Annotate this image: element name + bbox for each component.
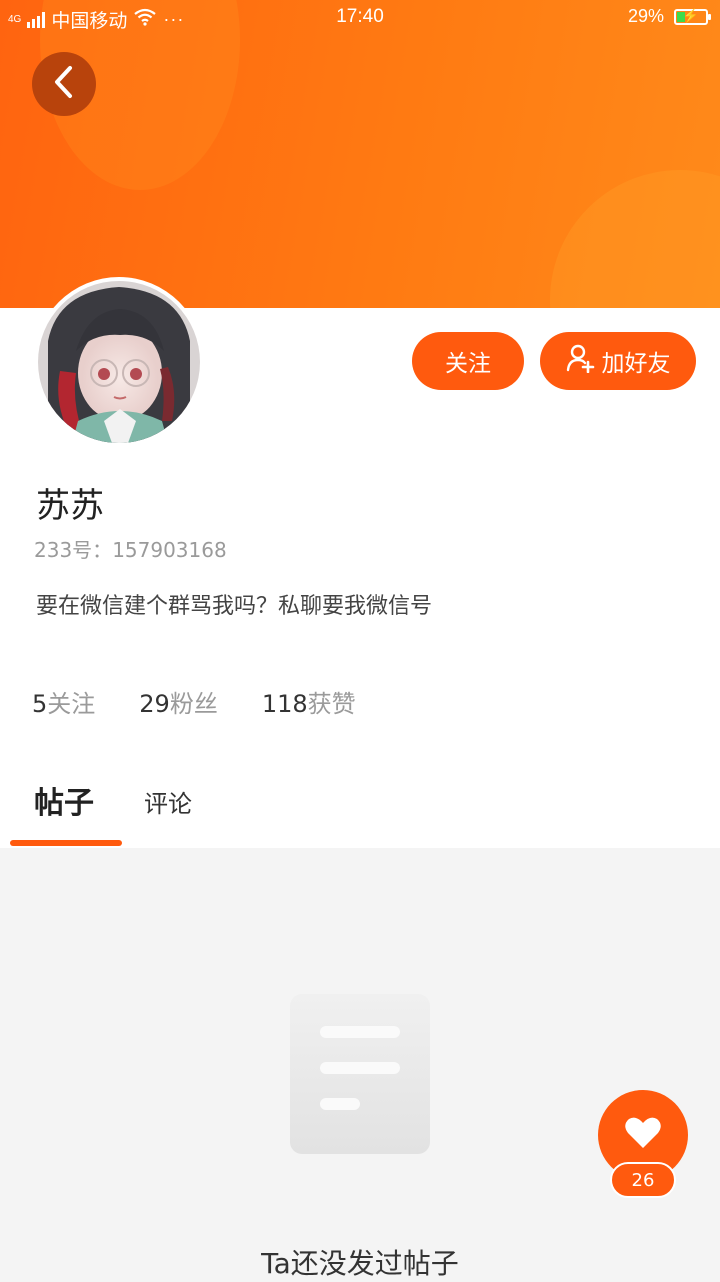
document-icon	[280, 960, 440, 1160]
status-bar-right: 29% ⚡	[627, 6, 711, 27]
profile-uid: 233号：157903168	[34, 534, 227, 563]
stat-label: 粉丝	[169, 690, 218, 718]
header-decoration	[550, 170, 720, 308]
stat-number: 118	[261, 690, 308, 718]
active-tab-indicator	[10, 840, 122, 846]
uid-value: 157903168	[112, 538, 227, 562]
chevron-left-icon	[50, 65, 78, 103]
stat-following[interactable]: 5关注	[32, 684, 95, 719]
profile-header-background	[0, 0, 720, 308]
empty-state-text: Ta还没发过帖子	[261, 1247, 459, 1280]
tab-comments[interactable]: 评论	[144, 784, 192, 819]
profile-bio: 要在微信建个群骂我吗？私聊要我微信号	[36, 594, 433, 619]
add-user-icon	[566, 343, 596, 379]
stat-likes: 118获赞	[262, 684, 356, 719]
like-count-badge: 26	[610, 1162, 676, 1198]
stat-fans[interactable]: 29粉丝	[139, 684, 218, 719]
add-friend-button[interactable]: 加好友	[540, 332, 696, 390]
status-time: 17:40	[336, 6, 384, 27]
stat-label: 关注	[47, 690, 96, 718]
content-tabs: 帖子 评论	[0, 772, 720, 848]
stat-label: 获赞	[307, 690, 356, 718]
follow-label: 关注	[445, 351, 491, 377]
add-friend-label: 加好友	[601, 351, 671, 377]
back-button[interactable]	[32, 52, 96, 116]
avatar[interactable]	[34, 277, 204, 447]
uid-label: 233号：	[34, 538, 113, 562]
stat-number: 29	[139, 690, 170, 718]
stat-number: 5	[32, 690, 48, 718]
battery-percent: 29%	[627, 6, 664, 26]
battery-charging-icon: ⚡	[674, 8, 711, 25]
tab-posts[interactable]: 帖子	[34, 778, 94, 822]
profile-stats: 5关注 29粉丝 118获赞	[32, 684, 356, 719]
avatar-image	[38, 281, 200, 443]
profile-name: 苏苏	[36, 486, 104, 526]
heart-icon	[624, 1116, 662, 1154]
follow-button[interactable]: 关注	[412, 332, 524, 390]
status-bar: 4G 中国移动 ··· 17:40 29% ⚡	[0, 0, 720, 36]
